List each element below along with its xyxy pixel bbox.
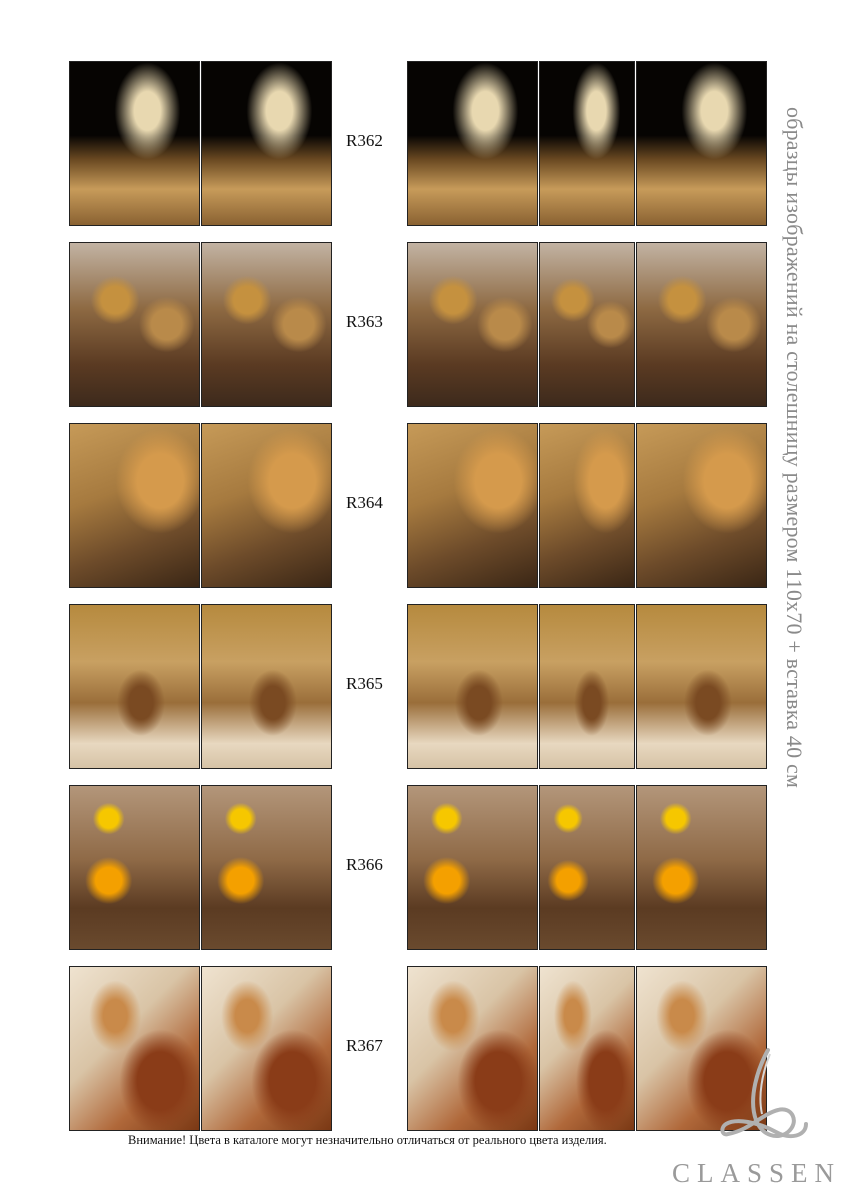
sample-image-insert-panel [539,61,635,226]
sample-image-with-insert-panel [407,785,538,950]
sample-image-110x70-panel [201,242,332,407]
sample-image-with-insert-panel [636,785,767,950]
sample-image-with-insert-panel [407,423,538,588]
sample-code: R362 [346,131,383,150]
sample-code: R367 [346,1036,383,1055]
sample-row: R365 [0,604,866,769]
sample-image-110x70-panel [69,242,200,407]
sample-image-insert-panel [539,423,635,588]
sample-image-with-insert-panel [636,242,767,407]
sample-image-with-insert-panel [407,966,538,1131]
sample-image-110x70-panel [69,966,200,1131]
sample-image-110x70-panel [69,785,200,950]
sample-row: R363 [0,242,866,407]
sample-image-with-insert-panel [636,604,767,769]
sample-code: R365 [346,674,383,693]
side-caption: образцы изображений на столешницу размер… [782,107,807,789]
sample-image-110x70-panel [201,61,332,226]
sample-row: R362 [0,61,866,226]
sample-image-insert-panel [539,966,635,1131]
sample-image-110x70-panel [201,966,332,1131]
sample-image-insert-panel [539,785,635,950]
sample-image-110x70-panel [69,423,200,588]
brand-name: CLASSEN [672,1158,842,1188]
sample-image-110x70-panel [69,604,200,769]
sample-image-with-insert-panel [407,604,538,769]
color-disclaimer: Внимание! Цвета в каталоге могут незначи… [128,1133,607,1147]
sample-image-110x70-panel [201,423,332,588]
sample-code: R364 [346,493,383,512]
sample-image-with-insert-panel [636,61,767,226]
sample-row: R364 [0,423,866,588]
sample-code: R366 [346,855,383,874]
sample-image-insert-panel [539,242,635,407]
sample-image-110x70-panel [69,61,200,226]
sample-row: R366 [0,785,866,950]
sample-image-insert-panel [539,604,635,769]
sample-image-with-insert-panel [636,423,767,588]
sample-image-110x70-panel [201,604,332,769]
sample-image-110x70-panel [201,785,332,950]
classen-logo-icon [720,1048,808,1139]
sample-image-with-insert-panel [407,61,538,226]
sample-image-with-insert-panel [407,242,538,407]
sample-code: R363 [346,312,383,331]
